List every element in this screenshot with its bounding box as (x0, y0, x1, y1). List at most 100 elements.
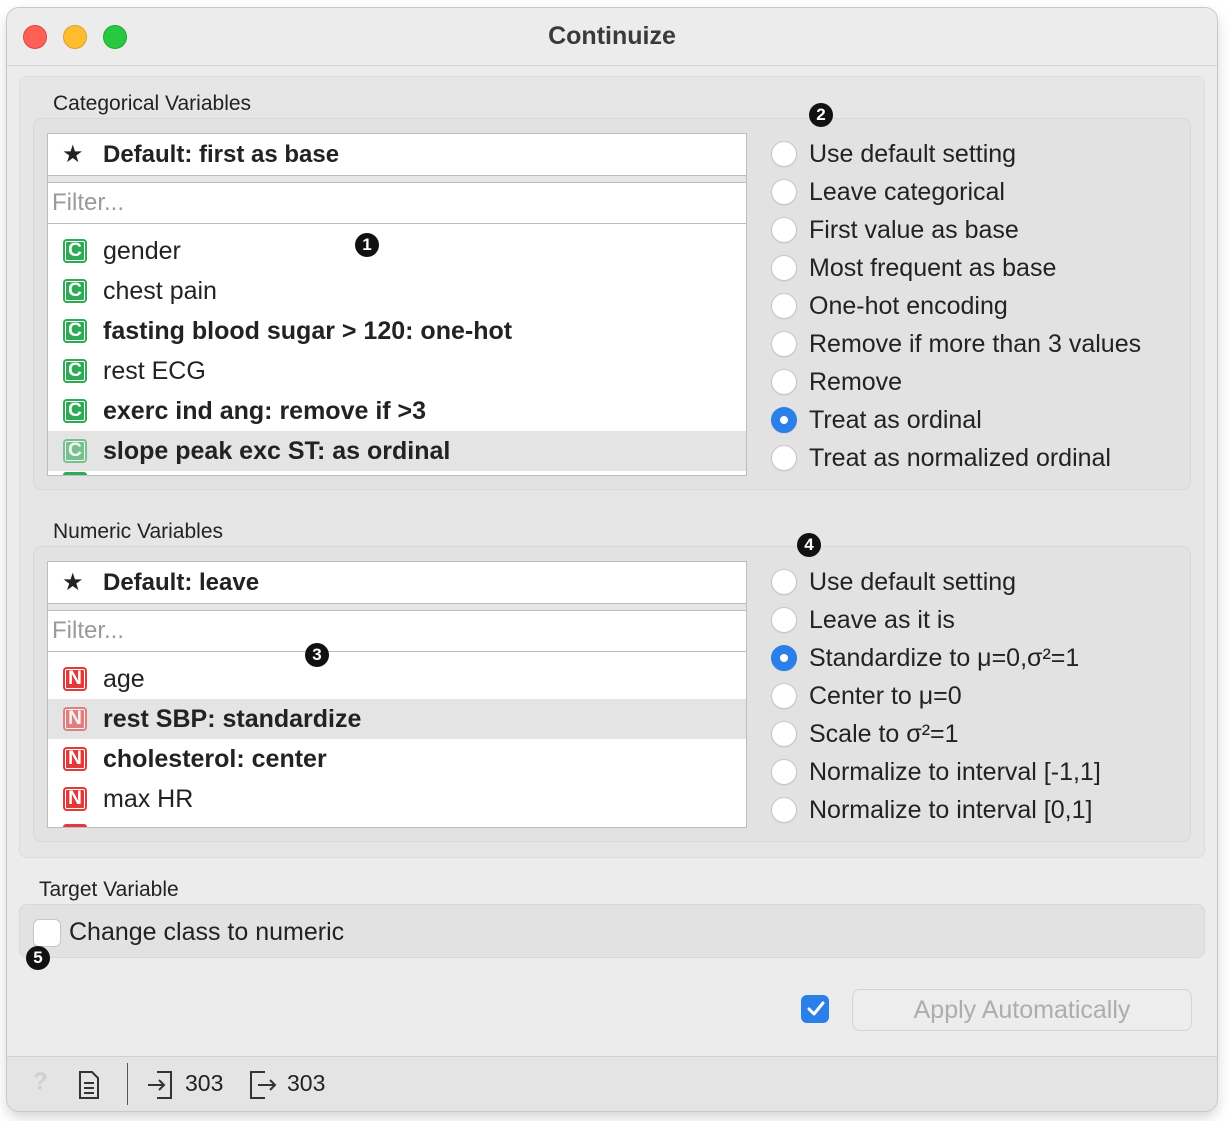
radio-button[interactable] (771, 607, 797, 633)
apply-automatically-button[interactable]: Apply Automatically (852, 989, 1192, 1031)
radio-button[interactable] (771, 407, 797, 433)
target-variable-label: Target Variable (39, 878, 179, 901)
input-count: 303 (185, 1070, 224, 1096)
option-radio-row[interactable]: First value as base (771, 211, 1019, 249)
radio-button[interactable] (771, 293, 797, 319)
option-radio-row[interactable]: Remove (771, 363, 902, 401)
radio-button[interactable] (771, 569, 797, 595)
option-label: Normalize to interval [0,1] (809, 796, 1093, 824)
variable-name: rest ECG (103, 357, 206, 385)
variable-name: chest pain (103, 277, 217, 305)
option-label: Normalize to interval [-1,1] (809, 758, 1101, 786)
categorical-variable-icon: C (63, 399, 87, 423)
option-radio-row[interactable]: Leave categorical (771, 173, 1005, 211)
radio-button[interactable] (771, 179, 797, 205)
radio-button[interactable] (771, 645, 797, 671)
variable-row[interactable]: Ncholesterol: center (48, 739, 746, 779)
variable-row[interactable]: Cgender (48, 231, 746, 271)
option-radio-row[interactable]: Treat as ordinal (771, 401, 982, 439)
numeric-filter-input[interactable] (48, 610, 746, 652)
option-label: Remove if more than 3 values (809, 330, 1142, 358)
marker-3: 3 (305, 643, 329, 667)
radio-button[interactable] (771, 445, 797, 471)
option-radio-row[interactable]: Normalize to interval [-1,1] (771, 753, 1101, 791)
window-title: Continuize (548, 22, 676, 50)
variable-name: age (103, 665, 145, 693)
star-icon: ★ (62, 569, 84, 596)
option-radio-row[interactable]: Use default setting (771, 135, 1016, 173)
option-label: Treat as normalized ordinal (809, 444, 1111, 472)
option-radio-row[interactable]: Treat as normalized ordinal (771, 439, 1111, 477)
option-label: Use default setting (809, 568, 1017, 596)
option-radio-row[interactable]: One-hot encoding (771, 287, 1008, 325)
numeric-variable-icon: N (63, 667, 87, 691)
option-label: Standardize to μ=0,σ²=1 (809, 644, 1080, 672)
variable-name: cholesterol: center (103, 745, 327, 773)
option-label: First value as base (809, 216, 1019, 244)
numeric-default-row[interactable]: ★ Default: leave (48, 562, 746, 604)
option-radio-row[interactable]: Center to μ=0 (771, 677, 962, 715)
variable-name: rest SBP: standardize (103, 705, 362, 733)
star-icon: ★ (62, 141, 84, 168)
option-label: Remove (809, 368, 903, 396)
numeric-variable-icon: N (63, 787, 87, 811)
option-radio-row[interactable]: Most frequent as base (771, 249, 1056, 287)
radio-button[interactable] (771, 141, 797, 167)
option-label: Center to μ=0 (809, 682, 962, 710)
radio-button[interactable] (771, 331, 797, 357)
categorical-variable-list: ★ Default: first as base CgenderCchest p… (47, 133, 747, 476)
categorical-filter-input[interactable] (48, 182, 746, 224)
option-label: Use default setting (809, 140, 1017, 168)
categorical-default-label: Default: first as base (103, 141, 340, 168)
variable-name: gender (103, 237, 181, 265)
variable-row[interactable]: Nmax HR (48, 779, 746, 819)
numeric-variables-label: Numeric Variables (53, 520, 223, 543)
apply-automatically-checkbox[interactable] (801, 995, 829, 1023)
variable-row[interactable]: Cfasting blood sugar > 120: one-hot (48, 311, 746, 351)
variable-row[interactable]: Cexerc ind ang: remove if >3 (48, 391, 746, 431)
option-label: Leave as it is (809, 606, 955, 634)
variable-row[interactable]: Cchest pain (48, 271, 746, 311)
variable-row[interactable]: Crest ECG (48, 351, 746, 391)
categorical-variable-icon: C (63, 439, 87, 463)
help-icon[interactable]: ? (33, 1068, 48, 1096)
radio-button[interactable] (771, 255, 797, 281)
option-radio-row[interactable]: Scale to σ²=1 (771, 715, 959, 753)
variable-row[interactable]: Nrest SBP: standardize (48, 699, 746, 739)
variable-name: exerc ind ang: remove if >3 (103, 397, 427, 425)
numeric-variable-list: ★ Default: leave NageNrest SBP: standard… (47, 561, 747, 828)
checkmark-icon (807, 1001, 825, 1016)
option-radio-row[interactable]: Remove if more than 3 values (771, 325, 1141, 363)
radio-button[interactable] (771, 369, 797, 395)
option-radio-row[interactable]: Standardize to μ=0,σ²=1 (771, 639, 1079, 677)
option-label: Leave categorical (809, 178, 1005, 206)
option-label: Scale to σ²=1 (809, 720, 959, 748)
radio-button[interactable] (771, 759, 797, 785)
categorical-variable-icon: C (63, 279, 87, 303)
categorical-variables-label: Categorical Variables (53, 92, 252, 115)
variable-name: slope peak exc ST: as ordinal (103, 437, 451, 465)
categorical-default-row[interactable]: ★ Default: first as base (48, 134, 746, 176)
option-radio-row[interactable]: Normalize to interval [0,1] (771, 791, 1092, 829)
status-bar: ? 303 303 (7, 1056, 1217, 1111)
radio-button[interactable] (771, 217, 797, 243)
numeric-variable-icon: N (63, 707, 87, 731)
report-icon[interactable] (78, 1071, 100, 1099)
radio-button[interactable] (771, 683, 797, 709)
numeric-variable-icon: N (63, 747, 87, 771)
marker-1: 1 (355, 233, 379, 257)
option-radio-row[interactable]: Use default setting (771, 563, 1016, 601)
variable-row[interactable]: Nage (48, 659, 746, 699)
variable-row[interactable]: Cslope peak exc ST: as ordinal (48, 431, 746, 471)
change-class-checkbox[interactable] (33, 919, 61, 947)
change-class-label[interactable]: Change class to numeric (69, 918, 344, 947)
marker-5: 5 (26, 946, 50, 970)
radio-button[interactable] (771, 721, 797, 747)
categorical-variable-icon: C (63, 239, 87, 263)
output-data-icon (250, 1071, 277, 1099)
input-data-icon (148, 1071, 172, 1099)
option-radio-row[interactable]: Leave as it is (771, 601, 955, 639)
radio-button[interactable] (771, 797, 797, 823)
output-count: 303 (287, 1070, 326, 1096)
numeric-default-label: Default: leave (103, 569, 260, 596)
